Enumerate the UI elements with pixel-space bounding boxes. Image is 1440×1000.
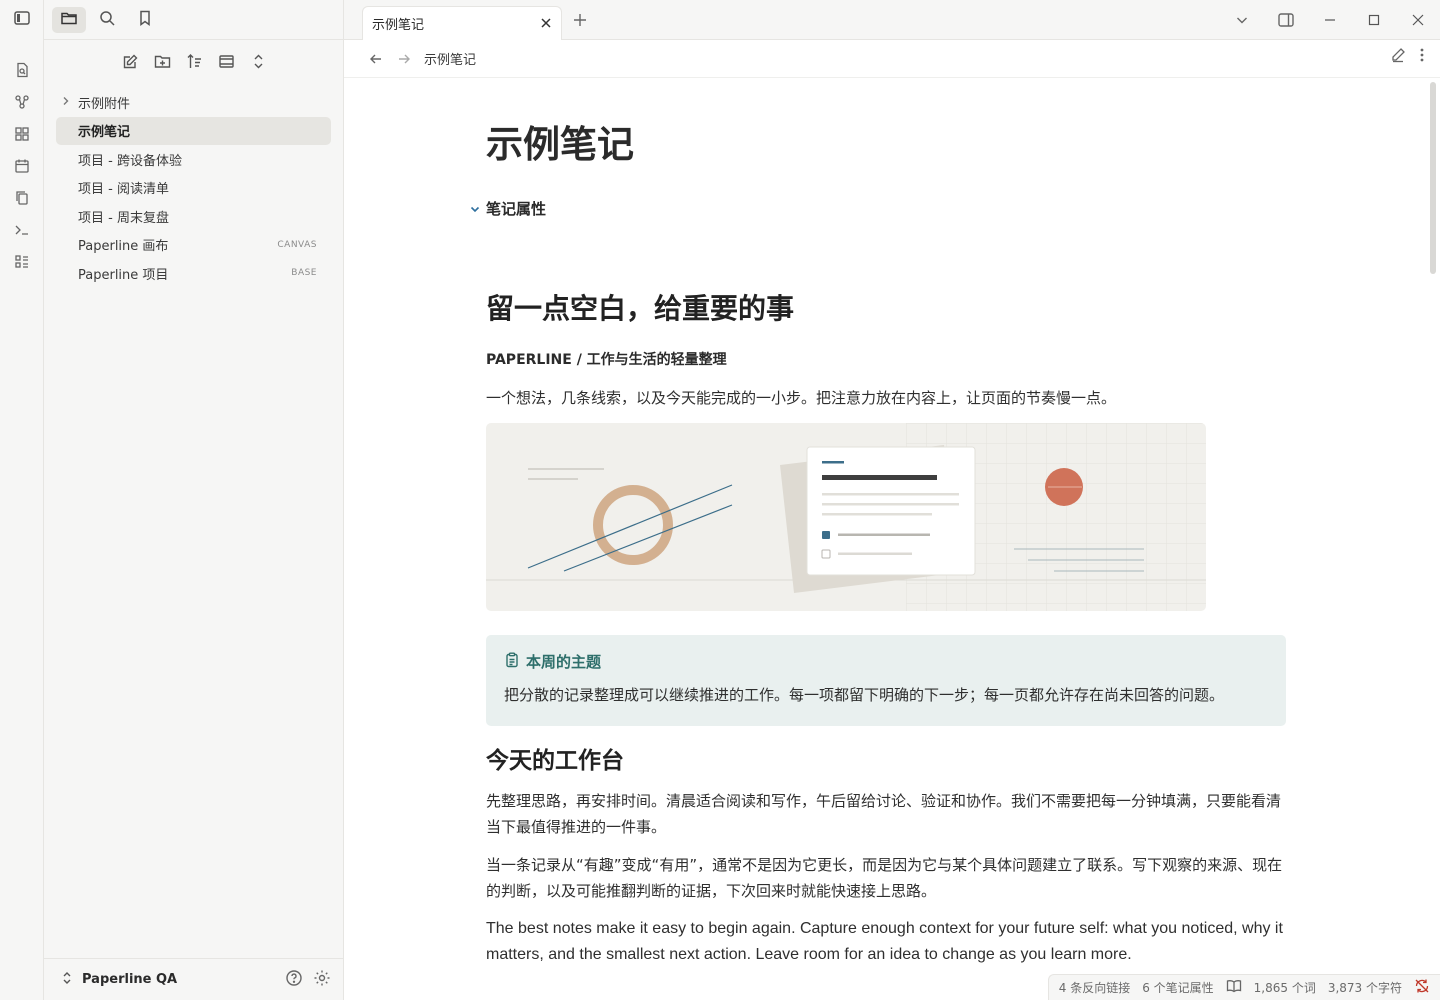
vault-switcher[interactable]: Paperline QA xyxy=(60,971,285,989)
reading-view-icon[interactable] xyxy=(1226,979,1242,996)
graph-view-icon[interactable] xyxy=(0,86,44,118)
maximize-icon[interactable] xyxy=(1352,0,1396,40)
file-explorer-actions xyxy=(44,40,343,82)
collapse-view-icon[interactable] xyxy=(210,47,242,75)
toggle-sidebar-icon[interactable] xyxy=(13,9,31,31)
back-arrow-icon[interactable] xyxy=(362,45,390,73)
hero-illustration xyxy=(486,423,1206,611)
tab-bookmarks[interactable] xyxy=(128,7,162,33)
new-folder-icon[interactable] xyxy=(146,47,178,75)
tab-search[interactable] xyxy=(90,7,124,33)
window-close-icon[interactable] xyxy=(1396,0,1440,40)
tree-item-cross-device[interactable]: 项目 - 跨设备体验 xyxy=(56,145,331,173)
tab-bar: 示例笔记 xyxy=(344,0,1440,40)
tree-item-weekend-review[interactable]: 项目 - 周末复盘 xyxy=(56,202,331,230)
breadcrumb[interactable]: 示例笔记 xyxy=(424,49,476,68)
clipboard-icon xyxy=(504,652,520,672)
lead-paragraph: 一个想法，几条线索，以及今天能完成的一小步。把注意力放在内容上，让页面的节奏慢一… xyxy=(486,389,1117,407)
tree-folder-attachments[interactable]: 示例附件 xyxy=(56,88,331,116)
tree-item-base[interactable]: Paperline 项目 BASE xyxy=(56,259,331,287)
file-explorer-sidebar: 示例附件 示例笔记 项目 - 跨设备体验 项目 - 阅读清单 项目 - 周末复盘… xyxy=(44,0,344,1000)
properties-count[interactable]: 6 个笔记属性 xyxy=(1142,979,1213,996)
tree-item-label: 示例笔记 xyxy=(78,125,131,140)
body-paragraph: 先整理思路，再安排时间。清晨适合阅读和写作，午后留给讨论、验证和协作。我们不需要… xyxy=(486,792,1282,836)
char-count: 3,873 个字符 xyxy=(1327,981,1402,995)
file-tree: 示例附件 示例笔记 项目 - 跨设备体验 项目 - 阅读清单 项目 - 周末复盘… xyxy=(44,82,343,287)
tree-item-label: 项目 - 周末复盘 xyxy=(78,210,169,226)
minimize-icon[interactable] xyxy=(1308,0,1352,40)
kicker-text: PAPERLINE / 工作与生活的轻量整理 xyxy=(486,352,727,368)
search-icon xyxy=(98,9,116,31)
file-type-badge: BASE xyxy=(291,268,317,278)
ribbon xyxy=(0,0,44,1000)
canvas-icon[interactable] xyxy=(0,118,44,150)
terminal-icon[interactable] xyxy=(0,214,44,246)
word-count: 1,865 个词 xyxy=(1253,981,1316,995)
forward-arrow-icon[interactable] xyxy=(390,45,418,73)
close-icon[interactable] xyxy=(539,16,553,30)
tree-item-reading-list[interactable]: 项目 - 阅读清单 xyxy=(56,174,331,202)
vault-footer: Paperline QA xyxy=(44,958,343,1000)
more-options-icon[interactable] xyxy=(1420,47,1424,67)
folder-icon xyxy=(60,9,78,31)
status-bar: 4 条反向链接 6 个笔记属性 1,865 个词 3,873 个字符 xyxy=(1047,974,1440,1000)
chevron-down-icon xyxy=(464,203,486,215)
tree-item-label: 项目 - 跨设备体验 xyxy=(78,153,182,169)
tree-item-label: Paperline 画布 xyxy=(78,239,169,254)
toggle-right-sidebar-icon[interactable] xyxy=(1264,0,1308,40)
callout-title-text: 本周的主题 xyxy=(526,653,602,671)
expand-collapse-icon[interactable] xyxy=(242,47,274,75)
properties-toggle[interactable]: 笔记属性 xyxy=(464,198,1286,219)
new-note-icon[interactable] xyxy=(114,47,146,75)
backlinks-count[interactable]: 4 条反向链接 xyxy=(1059,979,1130,996)
tab-label: 示例笔记 xyxy=(372,18,425,33)
body-paragraph: 当一条记录从“有趣”变成“有用”，通常不是因为它更长，而是因为它与某个具体问题建… xyxy=(486,856,1283,900)
calendar-icon[interactable] xyxy=(0,150,44,182)
tab-files[interactable] xyxy=(52,6,86,33)
subsection-heading: 今天的工作台 xyxy=(486,748,624,774)
section-heading: 留一点空白，给重要的事 xyxy=(486,292,795,325)
bookmark-icon xyxy=(136,9,154,31)
new-tab-plus-icon[interactable] xyxy=(572,12,588,32)
callout-title: 本周的主题 xyxy=(504,651,1268,672)
chevron-up-down-icon xyxy=(60,971,74,989)
file-type-badge: CANVAS xyxy=(277,239,317,250)
sidebar-tab-bar xyxy=(44,0,343,40)
callout-box: 本周的主题 把分散的记录整理成可以继续推进的工作。每一项都留下明确的下一步；每一… xyxy=(486,635,1286,726)
daily-note-search-icon[interactable] xyxy=(0,54,44,86)
sort-icon[interactable] xyxy=(178,47,210,75)
sync-off-icon[interactable] xyxy=(1414,978,1430,997)
tree-item-canvas[interactable]: Paperline 画布 CANVAS xyxy=(56,231,331,259)
properties-label: 笔记属性 xyxy=(486,200,547,218)
tree-item-label: 示例附件 xyxy=(78,96,131,112)
settings-gear-icon[interactable] xyxy=(313,969,331,991)
tab-example-note[interactable]: 示例笔记 xyxy=(362,6,562,40)
layout-list-icon[interactable] xyxy=(0,246,44,278)
editor-area: 示例笔记 示例笔记 示例笔记 笔记属性 留一点空白，给重要的事 PAPERLIN… xyxy=(344,0,1440,1000)
copy-icon[interactable] xyxy=(0,182,44,214)
vault-name: Paperline QA xyxy=(82,972,178,987)
note-title[interactable]: 示例笔记 xyxy=(486,120,1286,170)
help-icon[interactable] xyxy=(285,969,303,991)
tree-item-label: Paperline 项目 xyxy=(78,267,169,283)
window-controls xyxy=(1220,0,1440,40)
tree-item-label: 项目 - 阅读清单 xyxy=(78,182,169,197)
chevron-right-icon xyxy=(60,95,72,111)
edit-pencil-icon[interactable] xyxy=(1390,47,1406,67)
tree-item-example-note[interactable]: 示例笔记 xyxy=(56,116,331,145)
callout-body: 把分散的记录整理成可以继续推进的工作。每一项都留下明确的下一步；每一页都允许存在… xyxy=(504,686,1225,704)
view-header: 示例笔记 xyxy=(344,40,1440,78)
tab-list-chevron-down-icon[interactable] xyxy=(1220,0,1264,40)
body-paragraph: The best notes make it easy to begin aga… xyxy=(486,920,1283,963)
scrollbar-thumb[interactable] xyxy=(1430,82,1436,274)
note-content: 示例笔记 笔记属性 留一点空白，给重要的事 PAPERLINE / 工作与生活的… xyxy=(470,80,1286,968)
